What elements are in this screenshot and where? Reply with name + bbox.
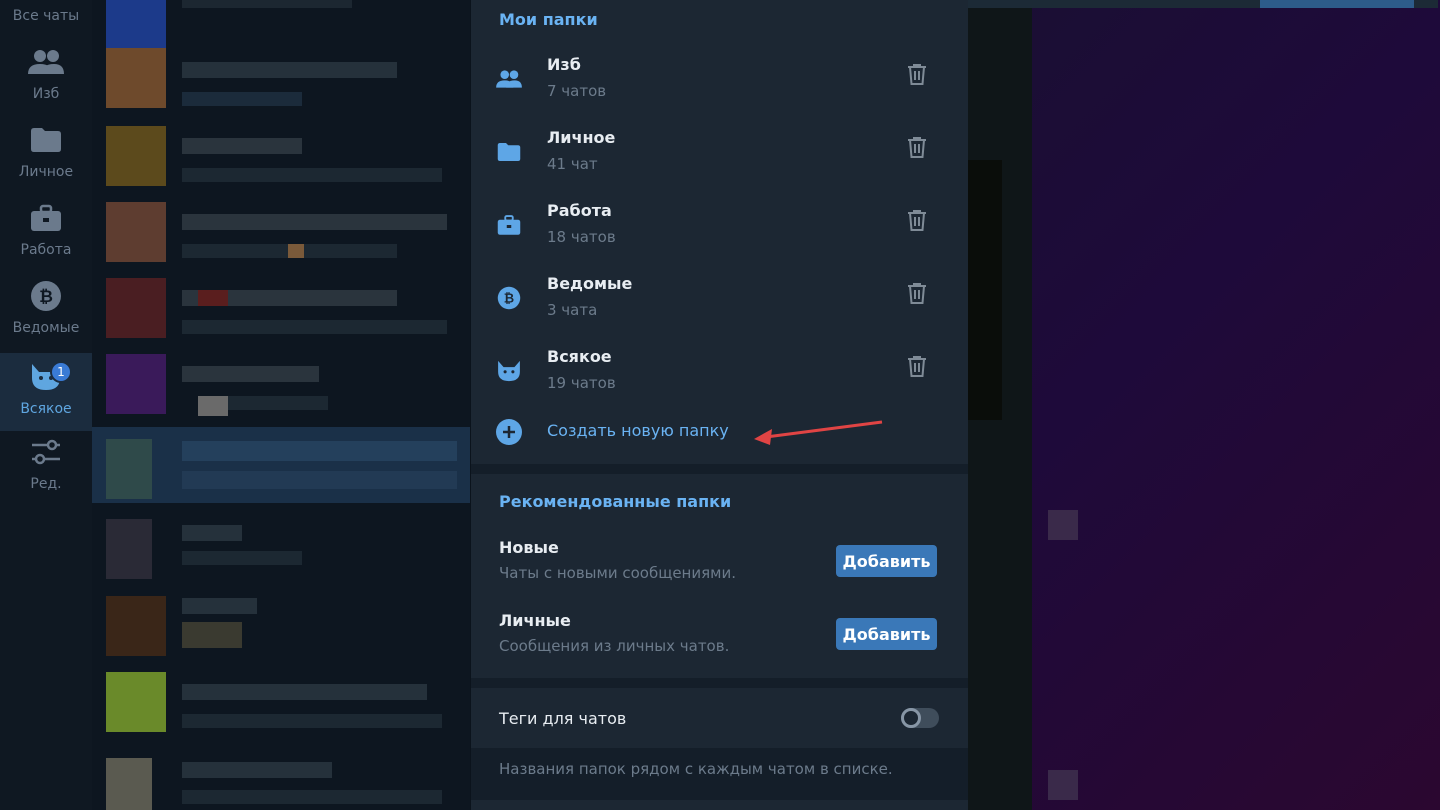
folders-settings-panel: Мои папки Изб 7 чатов Личное 41 чат Рабо… xyxy=(471,0,968,810)
recommended-title: Рекомендованные папки xyxy=(499,492,732,511)
chat-row[interactable] xyxy=(92,122,470,198)
folder-row-izb[interactable]: Изб 7 чатов xyxy=(471,47,968,120)
rail-item-label: Личное xyxy=(18,164,74,180)
folder-icon xyxy=(495,138,523,166)
chat-row[interactable] xyxy=(92,592,470,668)
folder-name: Ведомые xyxy=(547,274,633,293)
chat-tags-hint-text: Названия папок рядом с каждым чатом в сп… xyxy=(499,760,893,778)
folder-name: Всякое xyxy=(547,347,612,366)
chat-row-selected[interactable] xyxy=(92,427,470,503)
trash-icon[interactable] xyxy=(903,132,931,162)
recommended-row-new: Новые Чаты с новыми сообщениями. Добавит… xyxy=(471,538,968,608)
chat-row[interactable] xyxy=(92,274,470,350)
folder-count: 18 чатов xyxy=(547,228,616,246)
chat-tags-hint: Названия папок рядом с каждым чатом в сп… xyxy=(471,748,968,800)
svg-text:₿: ₿ xyxy=(39,287,53,307)
folder-icon xyxy=(26,120,66,160)
folder-name: Изб xyxy=(547,55,581,74)
chat-row[interactable] xyxy=(92,46,470,122)
add-button[interactable]: Добавить xyxy=(836,618,937,650)
recommended-desc: Сообщения из личных чатов. xyxy=(499,637,730,655)
chat-tags-label: Теги для чатов xyxy=(499,709,627,728)
rail-item-izb[interactable]: Изб xyxy=(0,38,92,116)
rail-item-label: Изб xyxy=(32,86,60,102)
rail-item-all-chats[interactable]: Все чаты xyxy=(0,0,92,38)
recommended-row-personal: Личные Сообщения из личных чатов. Добави… xyxy=(471,611,968,681)
rail-item-label: Работа xyxy=(20,242,72,258)
rail-item-label: Ведомые xyxy=(12,320,80,336)
folder-name: Личное xyxy=(547,128,616,147)
briefcase-icon xyxy=(495,211,523,239)
add-button[interactable]: Добавить xyxy=(836,545,937,577)
chat-tags-toggle[interactable] xyxy=(901,708,939,728)
folder-row-vsyakoe[interactable]: Всякое 19 чатов xyxy=(471,339,968,412)
folder-count: 41 чат xyxy=(547,155,598,173)
recommended-name: Новые xyxy=(499,538,559,557)
trash-icon[interactable] xyxy=(903,351,931,381)
cat-icon xyxy=(495,357,523,385)
recommended-desc: Чаты с новыми сообщениями. xyxy=(499,564,736,582)
create-folder-button[interactable]: Создать новую папку xyxy=(471,410,968,454)
my-folders-title: Мои папки xyxy=(499,10,598,29)
sliders-icon xyxy=(26,432,66,472)
chat-row[interactable] xyxy=(92,350,470,426)
folder-name: Работа xyxy=(547,201,612,220)
folder-row-vedomye[interactable]: ₿ Ведомые 3 чата xyxy=(471,266,968,339)
rail-item-work[interactable]: Работа xyxy=(0,194,92,272)
rail-item-label: Всякое xyxy=(20,401,72,417)
trash-icon[interactable] xyxy=(903,205,931,235)
bitcoin-icon: ₿ xyxy=(495,284,523,312)
toggle-knob xyxy=(901,708,921,728)
chat-row[interactable] xyxy=(92,198,470,274)
svg-text:₿: ₿ xyxy=(504,292,514,307)
app-window: Все чаты Изб Личное Работа ₿ Ведомые 1 В… xyxy=(0,0,1440,810)
chat-row[interactable] xyxy=(92,515,470,591)
plus-icon xyxy=(496,419,522,445)
section-divider xyxy=(471,678,968,688)
chat-list xyxy=(92,0,470,810)
folder-row-personal[interactable]: Личное 41 чат xyxy=(471,120,968,193)
recommended-name: Личные xyxy=(499,611,571,630)
chat-background xyxy=(968,0,1440,810)
trash-icon[interactable] xyxy=(903,278,931,308)
folder-count: 7 чатов xyxy=(547,82,607,100)
chat-row[interactable] xyxy=(92,668,470,744)
create-folder-label: Создать новую папку xyxy=(547,421,729,440)
chat-row[interactable] xyxy=(92,744,470,810)
folder-count: 3 чата xyxy=(547,301,598,319)
rail-item-vedomye[interactable]: ₿ Ведомые xyxy=(0,272,92,350)
bitcoin-icon: ₿ xyxy=(26,276,66,316)
rail-item-personal[interactable]: Личное xyxy=(0,116,92,194)
rail-item-label: Ред. xyxy=(30,476,62,492)
rail-item-label: Все чаты xyxy=(12,8,80,24)
folder-rail: Все чаты Изб Личное Работа ₿ Ведомые 1 В… xyxy=(0,0,92,810)
chat-row[interactable] xyxy=(92,0,470,48)
rail-item-edit[interactable]: Ред. xyxy=(0,428,92,506)
rail-item-vsyakoe[interactable]: 1 Всякое xyxy=(0,353,92,431)
unread-badge: 1 xyxy=(50,361,72,383)
chats-icon xyxy=(26,0,66,4)
section-divider xyxy=(471,464,968,474)
chat-tags-row[interactable]: Теги для чатов xyxy=(471,696,968,744)
briefcase-icon xyxy=(26,198,66,238)
folder-row-work[interactable]: Работа 18 чатов xyxy=(471,193,968,266)
trash-icon[interactable] xyxy=(903,59,931,89)
folder-count: 19 чатов xyxy=(547,374,616,392)
users-icon xyxy=(26,42,66,82)
users-icon xyxy=(495,65,523,93)
